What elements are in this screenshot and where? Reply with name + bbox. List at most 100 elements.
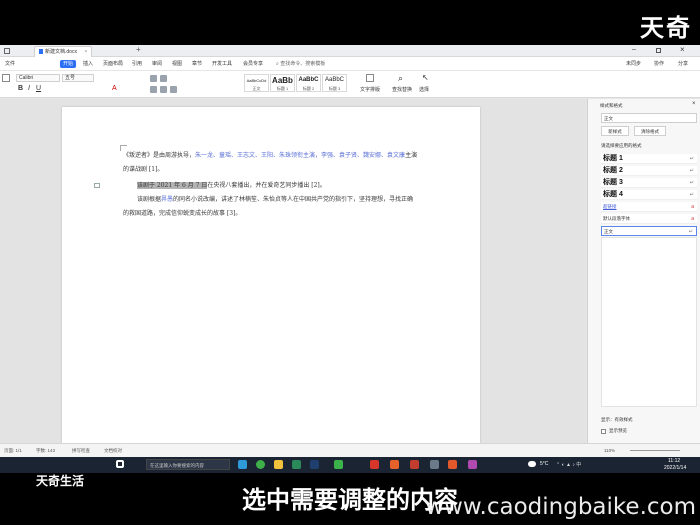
show-preview-label: 显示预览 [609,428,627,433]
show-styles-select[interactable]: 显示：有效样式 [601,417,633,423]
share-button[interactable]: 分享 [678,60,688,67]
find-replace-icon[interactable]: ⌕ [398,73,403,84]
menu-references[interactable]: 引用 [129,60,145,68]
menu-member[interactable]: 会员专享 [240,60,266,68]
app-icon[interactable] [448,460,457,469]
cast-link[interactable]: 李强、袁子贤、 [321,152,363,159]
style-item-default-font[interactable]: 默认段落字体 a [601,214,697,224]
clock-time[interactable]: 11:12 [668,458,680,464]
app-icon[interactable] [292,460,301,469]
menu-section[interactable]: 章节 [189,60,205,68]
menu-home[interactable]: 开始 [60,60,77,68]
document-tab[interactable]: 新建文档.docx × [34,46,93,57]
wechat-icon[interactable] [334,460,343,469]
show-preview-checkbox[interactable] [601,429,606,434]
author-link[interactable]: 畀愚 [161,196,173,203]
menu-insert[interactable]: 插入 [80,60,96,68]
selected-text[interactable]: 该剧于 2021 年 6 月 7 日 [137,182,208,189]
clear-format-button[interactable]: 清除格式 [634,126,666,136]
wps-writer-icon[interactable] [370,460,379,469]
tray-icons[interactable]: ⌃ ◐ ▲ ♪ 中 [556,461,581,468]
style-normal[interactable]: AaBbCcDd 正文 [244,74,269,92]
document-page[interactable]: 《叛逆者》是由周游执导，朱一龙、童瑶、王志文、王阳、朱珠领衔主演，李强、袁子贤、… [62,107,480,443]
taskbar-search-input[interactable]: 在这里输入你要搜索的内容 [146,459,230,470]
numbered-list-icon[interactable] [160,75,167,82]
page-count[interactable]: 页面: 1/1 [4,448,22,454]
style-item-normal[interactable]: 正文 ↵ [601,226,697,236]
paragraph-2[interactable]: 该剧于 2021 年 6 月 7 日在央视八套播出，并在爱奇艺同步播出 [2]。 [123,179,419,193]
menu-view[interactable]: 视图 [169,60,185,68]
maximize-icon[interactable] [656,48,661,53]
paragraph-3[interactable]: 该剧根据畀愚的同名小说改编，讲述了林楠笙、朱怡贞等人在中国共产党的指引下，坚持理… [123,193,419,221]
style-item-heading-2[interactable]: 标题 2 ↵ [601,166,697,176]
photoshop-icon[interactable] [310,460,319,469]
style-item-heading-3[interactable]: 标题 3 ↵ [601,178,697,188]
command-search-label: 查找命令、搜索模板 [280,61,326,67]
style-name: 标题 2 [302,86,315,91]
sync-status[interactable]: 未同步 [626,60,641,67]
close-tab-icon[interactable]: × [84,49,87,55]
app-icon[interactable] [390,460,399,469]
menu-page-layout[interactable]: 页面布局 [100,60,126,68]
new-style-button[interactable]: 新样式 [601,126,629,136]
italic-button[interactable]: I [28,85,30,92]
chrome-icon[interactable] [256,460,265,469]
app-icon[interactable] [430,460,439,469]
style-heading-3[interactable]: AaBbC 标题 3 [322,74,347,92]
menu-review[interactable]: 审阅 [149,60,165,68]
styles-panel: 样式和格式 × 正文 新样式 清除格式 请选择要应用的格式 标题 1 ↵ 标题 2… [587,99,700,443]
style-item-heading-1[interactable]: 标题 1 ↵ [601,154,697,164]
collaborate-button[interactable]: 协作 [654,60,664,67]
bullet-list-icon[interactable] [150,75,157,82]
style-item-heading-4[interactable]: 标题 4 ↵ [601,190,697,200]
zoom-level[interactable]: 110% [604,448,615,453]
app-icon[interactable] [468,460,477,469]
char-style-icon: a [691,216,694,222]
spell-check[interactable]: 拼写检查 [72,448,90,454]
paragraph-1[interactable]: 《叛逆者》是由周游执导，朱一龙、童瑶、王志文、王阳、朱珠领衔主演，李强、袁子贤、… [123,149,419,177]
cast-link[interactable]: 朱一龙、童瑶、王志文、王阳、朱珠领衔主演， [195,152,321,159]
format-painter-icon[interactable] [2,74,10,82]
app-icon[interactable] [410,460,419,469]
align-left-icon[interactable] [150,86,157,93]
text-check[interactable]: 文档校对 [104,448,122,454]
text-layout-icon[interactable] [366,74,374,82]
select-icon[interactable]: ↖ [422,73,429,82]
style-preview: AaBbC [324,77,344,83]
menu-file[interactable]: 文件 [2,60,18,68]
minimize-icon[interactable]: – [632,46,636,53]
weather-temp[interactable]: 5°C [540,461,548,467]
home-icon[interactable] [4,48,10,54]
align-right-icon[interactable] [170,86,177,93]
style-preview: AaBb [272,76,293,85]
text-layout-label[interactable]: 文字排版 [360,86,380,93]
select-label[interactable]: 选择 [419,86,429,93]
word-count[interactable]: 字数: 143 [36,448,55,454]
edge-browser-icon[interactable] [238,460,247,469]
style-item-hyperlink[interactable]: 超链接 a [601,202,697,212]
clock-date[interactable]: 2022/1/14 [664,465,686,471]
style-heading-1[interactable]: AaBb 标题 1 [270,74,295,92]
font-name-select[interactable]: Calibri [16,74,60,82]
style-item-label: 标题 4 [603,191,623,198]
style-heading-2[interactable]: AaBbC 标题 2 [296,74,321,92]
file-explorer-icon[interactable] [274,460,283,469]
font-color-button[interactable]: A [112,85,117,92]
underline-button[interactable]: U [36,85,41,92]
menu-developer[interactable]: 开发工具 [209,60,235,68]
panel-close-icon[interactable]: × [692,101,696,107]
cast-link[interactable]: 魏安娜、袁文康 [363,152,405,159]
start-icon[interactable] [116,460,124,468]
command-search[interactable]: ⌕ 查找命令、搜索模板 [276,60,325,67]
zoom-slider[interactable] [630,450,680,451]
new-tab-icon[interactable]: + [136,45,141,54]
bold-button[interactable]: B [18,85,23,92]
find-replace-label[interactable]: 查找替换 [392,86,412,93]
align-center-icon[interactable] [160,86,167,93]
font-size-select[interactable]: 五号 [62,74,94,82]
close-window-icon[interactable]: × [680,45,685,54]
weather-icon[interactable] [528,461,536,467]
style-name: 正文 [252,86,261,91]
current-style-select[interactable]: 正文 [601,113,697,123]
paragraph-handle-icon[interactable] [94,183,100,188]
